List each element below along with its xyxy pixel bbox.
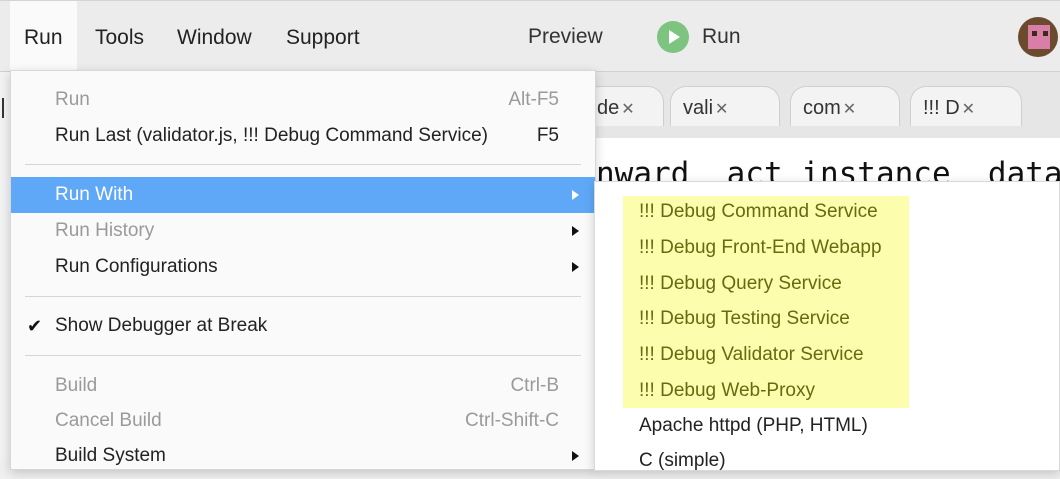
submenu-item[interactable]: !!! Debug Validator Service	[639, 337, 864, 373]
menu-item-label: Build System	[55, 445, 166, 466]
tab-file-4[interactable]: !!! D ✕	[910, 86, 1022, 126]
menu-item-cancel-build[interactable]: Cancel Build Ctrl-Shift-C	[11, 403, 595, 439]
close-icon[interactable]: ✕	[715, 101, 728, 118]
close-icon[interactable]: ✕	[962, 101, 975, 118]
submenu-item[interactable]: !!! Debug Web-Proxy	[639, 373, 815, 409]
run-button[interactable]: Run	[702, 1, 741, 73]
chevron-right-icon	[572, 190, 579, 200]
tab-file-3[interactable]: com ✕	[790, 86, 900, 126]
menu-item-run-with[interactable]: Run With	[11, 177, 595, 213]
tab-file-1[interactable]: de ✕	[584, 86, 664, 126]
menu-item-run-last[interactable]: Run Last (validator.js, !!! Debug Comman…	[11, 118, 595, 154]
shortcut-label: F5	[536, 125, 559, 146]
tab-label: com	[803, 97, 841, 119]
menu-item-label: Run	[55, 89, 90, 110]
preview-button[interactable]: Preview	[528, 1, 603, 73]
menu-separator	[25, 355, 581, 356]
chevron-right-icon	[572, 226, 579, 236]
menu-item-label: Run With	[55, 184, 134, 205]
menu-support[interactable]: Support	[272, 1, 374, 73]
run-menu-dropdown: Run Alt-F5 Run Last (validator.js, !!! D…	[10, 70, 596, 470]
menu-item-run-history[interactable]: Run History	[11, 213, 595, 249]
user-avatar-icon[interactable]	[1018, 17, 1058, 57]
menu-item-label: Show Debugger at Break	[55, 315, 268, 336]
chevron-right-icon	[572, 262, 579, 272]
close-icon[interactable]: ✕	[843, 101, 856, 118]
submenu-item[interactable]: !!! Debug Query Service	[639, 266, 842, 302]
menu-separator	[25, 164, 581, 165]
tab-label: de	[597, 97, 620, 119]
shortcut-label: Ctrl-Shift-C	[465, 410, 559, 431]
menu-item-label: Run Configurations	[55, 256, 218, 277]
tab-label: vali	[683, 97, 714, 119]
tab-label: !!! D	[923, 97, 960, 119]
menu-run[interactable]: Run	[10, 1, 77, 73]
menu-item-show-debugger[interactable]: ✔ Show Debugger at Break	[11, 308, 595, 344]
menu-tools[interactable]: Tools	[81, 1, 158, 73]
submenu-item[interactable]: !!! Debug Front-End Webapp	[639, 230, 882, 266]
menu-item-run[interactable]: Run Alt-F5	[11, 82, 595, 118]
tab-file-2[interactable]: vali ✕	[670, 86, 780, 126]
menu-item-run-configurations[interactable]: Run Configurations	[11, 249, 595, 285]
shortcut-label: Ctrl-B	[510, 375, 559, 396]
menu-item-build-system[interactable]: Build System	[11, 438, 595, 474]
submenu-item[interactable]: Apache httpd (PHP, HTML)	[639, 408, 868, 444]
submenu-item[interactable]: !!! Debug Command Service	[639, 194, 878, 230]
menu-separator	[25, 296, 581, 297]
left-gutter	[0, 72, 10, 460]
run-with-submenu: !!! Debug Command Service !!! Debug Fron…	[594, 181, 1060, 471]
checkmark-icon: ✔	[27, 316, 43, 336]
menu-item-label: Cancel Build	[55, 410, 162, 431]
shortcut-label: Alt-F5	[508, 89, 559, 110]
menu-item-label: Run Last (validator.js, !!! Debug Comman…	[55, 125, 488, 146]
menu-item-build[interactable]: Build Ctrl-B	[11, 368, 595, 404]
submenu-item[interactable]: !!! Debug Testing Service	[639, 301, 850, 337]
menu-item-label: Build	[55, 375, 98, 396]
menu-item-label: Run History	[55, 220, 155, 241]
submenu-item[interactable]: C (simple)	[639, 443, 726, 479]
play-circle-icon[interactable]	[657, 21, 689, 53]
menubar: Run Tools Window Support Preview Run	[0, 0, 1060, 73]
close-icon[interactable]: ✕	[621, 101, 634, 118]
menu-window[interactable]: Window	[163, 1, 266, 73]
